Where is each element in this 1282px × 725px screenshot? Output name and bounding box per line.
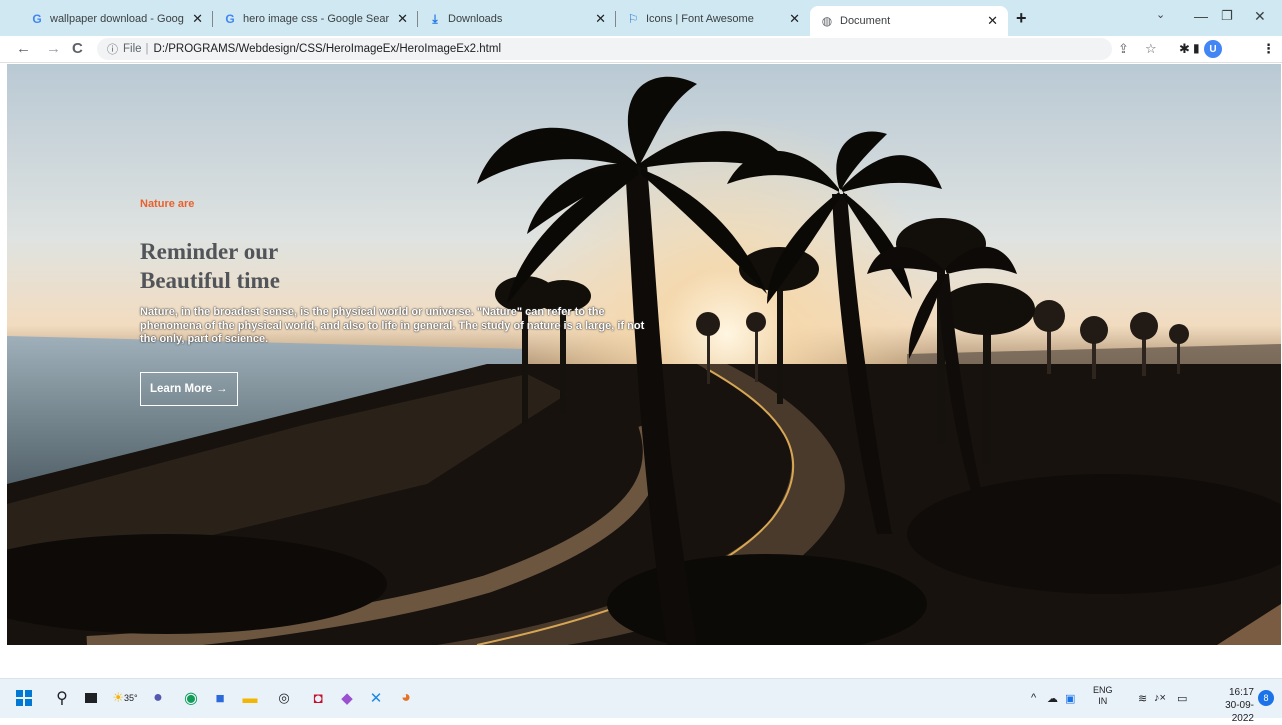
tab-title: Document <box>840 15 891 27</box>
mcafee-icon[interactable]: ◘ <box>308 688 328 708</box>
tab-wallpaper-download[interactable]: G wallpaper download - Google Se ✕ <box>20 6 213 32</box>
clock-date: 30-09-2022 <box>1225 700 1254 724</box>
weather-widget[interactable]: ☀ 35° <box>110 688 140 708</box>
tab-title: Icons | Font Awesome <box>646 13 754 25</box>
chat-icon[interactable]: ● <box>148 688 168 708</box>
hero-title: Reminder our Beautiful time <box>140 237 660 295</box>
hero-paragraph: Nature, in the broadest sense, is the ph… <box>140 306 645 345</box>
back-arrow-icon[interactable]: ← <box>16 40 31 57</box>
learn-more-button[interactable]: Learn More → <box>140 372 238 406</box>
google-icon: G <box>32 12 42 26</box>
close-icon[interactable]: ✕ <box>192 11 203 27</box>
window-close-button[interactable]: ✕ <box>1254 8 1266 25</box>
search-icon[interactable]: ⚲ <box>52 688 72 708</box>
weather-temperature: 35° <box>124 693 138 703</box>
weather-sun-icon: ☀ <box>112 690 125 705</box>
extensions-puzzle-icon[interactable]: ✱ <box>1179 41 1190 57</box>
menu-kebab-icon[interactable]: ⋮ <box>1262 41 1275 57</box>
chevron-up-icon[interactable]: ^ <box>1031 692 1036 704</box>
dell-icon[interactable]: ◎ <box>274 688 294 708</box>
notification-badge[interactable]: 8 <box>1258 690 1274 706</box>
windows-start-icon[interactable] <box>14 688 34 708</box>
globe-icon: ◍ <box>821 14 833 28</box>
share-icon[interactable]: ⇪ <box>1118 41 1129 57</box>
language-region: IN <box>1098 696 1108 706</box>
meet-now-icon[interactable]: ▣ <box>1065 692 1075 705</box>
tab-hero-image-css[interactable]: G hero image css - Google Search ✕ <box>213 6 418 32</box>
tab-title: wallpaper download - Google Se <box>50 13 184 25</box>
tab-search-icon[interactable]: ⌄ <box>1156 8 1165 21</box>
minimize-button[interactable]: — <box>1194 8 1208 24</box>
onedrive-icon[interactable]: ☁ <box>1047 692 1058 705</box>
close-icon[interactable]: ✕ <box>987 13 998 29</box>
task-view-icon[interactable] <box>81 688 101 708</box>
vscode-icon[interactable]: ✕ <box>366 688 386 708</box>
hero-title-line-2: Beautiful time <box>140 268 280 293</box>
download-icon: ⤓ <box>432 11 438 26</box>
tab-font-awesome[interactable]: ⚐ Icons | Font Awesome ✕ <box>616 6 810 32</box>
hero-background-image <box>7 64 1281 645</box>
address-url: D:/PROGRAMS/Webdesign/CSS/HeroImageEx/He… <box>153 43 502 55</box>
edge-browser-icon[interactable]: ◉ <box>181 688 201 708</box>
forward-arrow-icon[interactable]: → <box>46 40 61 57</box>
hero-title-line-1: Reminder our <box>140 239 279 264</box>
close-icon[interactable]: ✕ <box>789 11 800 27</box>
hero-content: Nature are Reminder our Beautiful time N… <box>140 198 660 406</box>
close-icon[interactable]: ✕ <box>397 11 408 27</box>
tab-title: hero image css - Google Search <box>243 13 390 25</box>
reload-icon[interactable]: C <box>72 40 83 57</box>
address-bar[interactable]: ⓘ File | D:/PROGRAMS/Webdesign/CSS/HeroI… <box>97 38 1112 60</box>
store-icon[interactable]: ■ <box>210 688 230 708</box>
file-explorer-icon[interactable]: ▬ <box>240 688 260 708</box>
system-clock[interactable]: 16:17 30-09-2022 <box>1210 686 1254 725</box>
language-code: ENG <box>1093 685 1113 695</box>
visual-studio-icon[interactable]: ◆ <box>337 688 357 708</box>
tab-title: Downloads <box>448 13 503 25</box>
restore-button[interactable]: ❐ <box>1221 8 1233 24</box>
language-indicator[interactable]: ENG IN <box>1093 685 1113 707</box>
learn-more-label: Learn More <box>150 383 212 395</box>
tab-downloads[interactable]: ⤓ Downloads ✕ <box>418 6 616 32</box>
volume-muted-icon[interactable]: ♪× <box>1154 692 1166 704</box>
google-icon: G <box>225 12 235 26</box>
address-divider: | <box>145 43 149 55</box>
clock-time: 16:17 <box>1228 687 1254 698</box>
browser-tab-strip: G wallpaper download - Google Se ✕ G her… <box>0 0 1282 36</box>
side-panel-icon[interactable]: ▮ <box>1193 41 1200 55</box>
new-tab-button[interactable]: + <box>1016 8 1027 29</box>
chrome-icon[interactable]: ◕ <box>396 688 416 708</box>
hero-section: Nature are Reminder our Beautiful time N… <box>7 64 1281 645</box>
hero-kicker: Nature are <box>140 198 195 210</box>
tab-document[interactable]: ◍ Document ✕ <box>810 6 1008 36</box>
bookmark-star-icon[interactable]: ☆ <box>1145 41 1157 57</box>
battery-icon[interactable]: ▭ <box>1177 692 1187 705</box>
wifi-icon[interactable]: ≋ <box>1138 692 1147 705</box>
arrow-right-icon: → <box>216 383 228 395</box>
flag-icon: ⚐ <box>627 12 639 26</box>
address-protocol: File <box>123 43 142 55</box>
windows-taskbar: ⚲ ☀ 35° ● ◉ ■ ▬ ◎ ◘ ◆ ✕ ◕ ^ ☁ ▣ ENG IN ≋… <box>0 678 1282 724</box>
info-icon[interactable]: ⓘ <box>107 41 118 57</box>
profile-avatar[interactable]: U <box>1204 40 1222 58</box>
browser-toolbar: ← → C ⓘ File | D:/PROGRAMS/Webdesign/CSS… <box>0 36 1282 63</box>
close-icon[interactable]: ✕ <box>595 11 606 27</box>
